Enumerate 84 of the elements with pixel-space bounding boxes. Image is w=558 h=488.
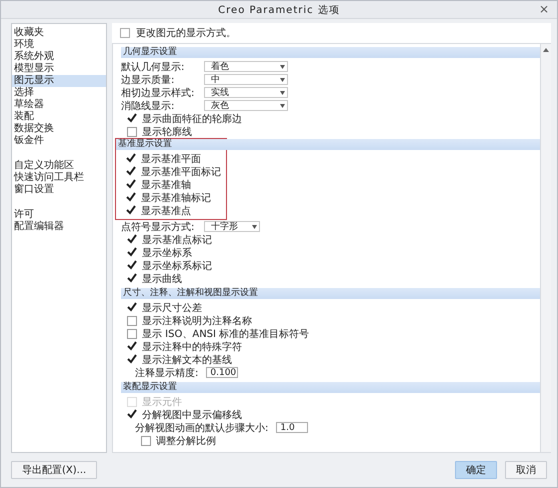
checkbox[interactable] — [127, 126, 137, 136]
window-title: Creo Parametric 选项 — [218, 4, 340, 16]
option-label: 显示轮廓线 — [142, 126, 192, 138]
checkbox[interactable] — [127, 316, 137, 326]
option-label: 显示坐标系 — [142, 246, 192, 260]
checkbox[interactable] — [126, 154, 136, 164]
scroll-up-icon — [543, 48, 549, 52]
checkbox[interactable] — [127, 248, 137, 258]
display-icon — [120, 28, 130, 38]
number-field[interactable]: 0.100 — [206, 367, 238, 378]
sidebar-item[interactable]: 环境 — [12, 39, 106, 51]
sidebar-item[interactable]: 装配 — [12, 111, 106, 123]
option-label: 点符号显示方式: — [121, 220, 196, 234]
sidebar-item[interactable]: 钣金件 — [12, 135, 106, 147]
dropdown[interactable]: 灰色 — [204, 100, 288, 111]
checkbox[interactable] — [127, 260, 137, 270]
sidebar-item[interactable]: 快速访问工具栏 — [12, 172, 106, 184]
option-label: 显示坐标系标记 — [142, 260, 212, 272]
number-field[interactable]: 1.0 — [276, 422, 308, 433]
section-header: 装配显示设置 — [121, 382, 540, 393]
sidebar-item[interactable]: 数据交换 — [12, 123, 106, 135]
section-header: 尺寸、注释、注解和视图显示设置 — [121, 288, 540, 299]
section-header: 几何显示设置 — [121, 47, 540, 58]
option-label: 默认几何显示: — [121, 60, 186, 74]
checkbox[interactable] — [127, 354, 137, 364]
dropdown-arrow-icon — [252, 224, 257, 228]
dropdown-arrow-icon — [280, 90, 285, 94]
dropdown-arrow-icon — [280, 104, 285, 108]
sidebar-item[interactable]: 自定义功能区 — [12, 160, 106, 172]
option-label: 显示曲面特征的轮廓边 — [142, 112, 242, 126]
checkbox[interactable] — [126, 192, 136, 202]
option-label: 显示基准轴 — [141, 178, 191, 192]
option-label: 显示元件 — [142, 396, 182, 408]
dropdown[interactable]: 中 — [204, 74, 288, 85]
option-label: 显示注释中的特殊字符 — [142, 340, 242, 354]
option-label: 分解视图中显示偏移线 — [142, 408, 242, 422]
option-label: 显示注释说明为注释名称 — [142, 314, 252, 328]
close-button[interactable]: × — [536, 2, 551, 16]
checkbox[interactable] — [127, 274, 137, 284]
sidebar-item[interactable]: 配置编辑器 — [12, 221, 106, 233]
sidebar-item[interactable]: 图元显示 — [12, 75, 106, 87]
option-label: 显示基准平面标记 — [141, 166, 221, 178]
sidebar-item[interactable]: 草绘器 — [12, 99, 106, 111]
checkbox[interactable] — [126, 180, 136, 190]
checkbox[interactable] — [127, 302, 137, 312]
sidebar-item[interactable]: 许可 — [12, 209, 106, 221]
dropdown[interactable]: 着色 — [204, 61, 288, 72]
dialog-button[interactable]: 确定 — [455, 461, 497, 479]
option-label: 消隐线显示: — [121, 100, 176, 112]
option-label: 显示注解文本的基线 — [142, 354, 232, 366]
section-header: 基准显示设置 — [116, 139, 540, 150]
option-label: 显示基准点 — [141, 204, 191, 218]
scrollbar[interactable] — [540, 44, 551, 452]
option-label: 显示基准轴标记 — [141, 192, 211, 204]
dialog-button[interactable]: 导出配置(X)... — [11, 461, 98, 479]
option-label: 显示曲线 — [142, 272, 182, 286]
sidebar-item[interactable]: 模型显示 — [12, 63, 106, 75]
dialog-button[interactable]: 取消 — [505, 461, 547, 479]
checkbox[interactable] — [127, 234, 137, 244]
checkbox[interactable] — [127, 114, 137, 124]
checkbox[interactable] — [126, 206, 136, 216]
checkbox[interactable] — [127, 410, 137, 420]
checkbox[interactable] — [141, 436, 151, 446]
option-label: 边显示质量: — [121, 74, 176, 86]
dropdown-arrow-icon — [280, 64, 285, 68]
option-label: 显示尺寸公差 — [142, 302, 202, 314]
dropdown[interactable]: 十字形 — [204, 221, 260, 232]
sidebar-item[interactable]: 收藏夹 — [12, 27, 106, 39]
dropdown[interactable]: 实线 — [204, 87, 288, 98]
option-label: 调整分解比例 — [156, 434, 216, 448]
sidebar-item[interactable]: 选择 — [12, 87, 106, 99]
option-label: 显示基准点标记 — [142, 234, 212, 246]
option-label: 注释显示精度: — [135, 366, 198, 380]
page-description: 更改图元的显示方式。 — [136, 26, 236, 40]
sidebar-item[interactable]: 窗口设置 — [12, 184, 106, 196]
checkbox[interactable] — [127, 328, 137, 338]
checkbox[interactable] — [127, 342, 137, 352]
option-label: 分解视图动画的默认步骤大小: — [135, 422, 268, 434]
option-label: 显示 ISO、ANSI 标准的基准目标符号 — [142, 328, 310, 340]
option-label: 显示基准平面 — [141, 152, 201, 166]
dropdown-arrow-icon — [280, 78, 285, 82]
checkbox[interactable] — [126, 166, 136, 176]
option-label: 相切边显示样式: — [121, 86, 196, 100]
sidebar-item[interactable]: 系统外观 — [12, 51, 106, 63]
